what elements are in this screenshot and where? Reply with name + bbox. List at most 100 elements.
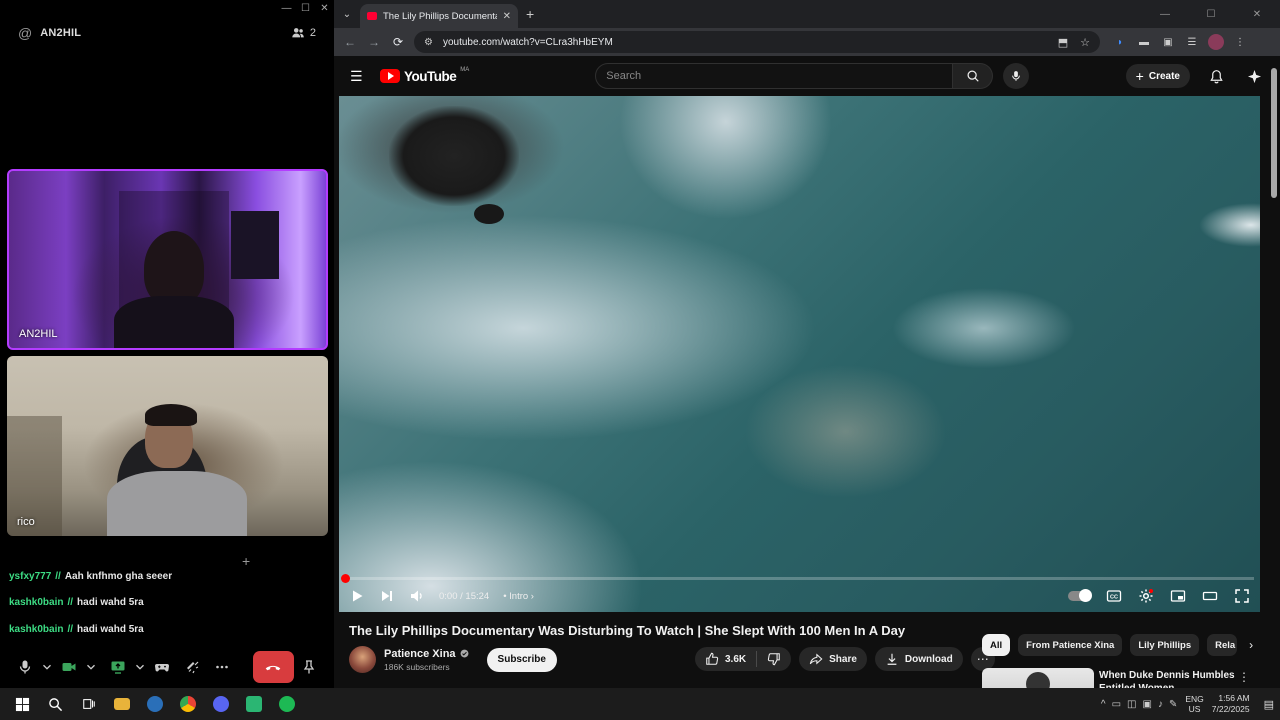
puzzle-icon[interactable]: ▣ xyxy=(1160,34,1176,50)
volume-icon[interactable] xyxy=(409,588,425,604)
app-tray-icon[interactable]: ▣ xyxy=(1143,699,1152,710)
miniplayer-icon[interactable] xyxy=(1170,588,1186,604)
video-tile-rico[interactable]: rico xyxy=(7,356,328,536)
channel-avatar[interactable] xyxy=(349,646,376,673)
youtube-masthead: ☰ YouTube MA + Create xyxy=(334,56,1280,96)
share-button[interactable]: Share xyxy=(799,647,867,671)
next-icon[interactable] xyxy=(379,588,395,604)
chevron-up-icon[interactable]: ^ xyxy=(1101,699,1106,710)
minimize-icon[interactable]: — xyxy=(277,0,296,16)
close-icon[interactable]: ✕ xyxy=(1234,0,1280,28)
account-button[interactable] xyxy=(1244,69,1264,84)
forward-button[interactable]: → xyxy=(362,30,386,54)
file-explorer-button[interactable] xyxy=(105,688,138,720)
activities-button[interactable] xyxy=(147,651,177,683)
microphone-options-chevron-icon[interactable] xyxy=(40,651,54,683)
notification-center-icon[interactable]: ▤ xyxy=(1264,698,1274,711)
screen-share-options-chevron-icon[interactable] xyxy=(133,651,147,683)
notifications-button[interactable] xyxy=(1206,69,1226,84)
search-box[interactable] xyxy=(595,63,954,89)
chip-from-channel[interactable]: From Patience Xina xyxy=(1018,634,1123,656)
pin-button[interactable] xyxy=(294,651,324,683)
camera-options-chevron-icon[interactable] xyxy=(84,651,98,683)
scrollbar-thumb[interactable] xyxy=(1271,68,1277,198)
camera-button[interactable] xyxy=(54,651,84,683)
screen-share-button[interactable] xyxy=(104,651,134,683)
more-options-button[interactable] xyxy=(207,651,237,683)
theater-mode-icon[interactable] xyxy=(1202,588,1218,604)
reading-list-icon[interactable]: ☰ xyxy=(1184,34,1200,50)
time-display: 0:00 / 15:24 xyxy=(439,590,490,602)
minimize-icon[interactable]: — xyxy=(1142,0,1188,28)
disconnect-button[interactable] xyxy=(252,651,295,683)
page-scrollbar[interactable] xyxy=(1268,56,1280,688)
chip-related[interactable]: Rela xyxy=(1207,634,1238,656)
settings-gear-icon[interactable] xyxy=(1138,588,1154,604)
create-button[interactable]: + Create xyxy=(1125,64,1190,88)
app-c-button[interactable] xyxy=(138,688,171,720)
subscribe-button[interactable]: Subscribe xyxy=(486,647,557,672)
play-icon[interactable] xyxy=(349,588,365,604)
youtube-logo[interactable]: YouTube MA xyxy=(380,67,469,84)
extension-icon[interactable]: ◗ xyxy=(1112,34,1128,50)
like-button[interactable]: 3.6K xyxy=(695,651,758,667)
hamburger-menu-icon[interactable]: ☰ xyxy=(350,68,368,85)
message-author[interactable]: kashk0bain xyxy=(9,597,63,608)
participants-button[interactable]: 2 xyxy=(291,26,316,40)
chrome-button[interactable] xyxy=(171,688,204,720)
url-text[interactable]: youtube.com/watch?v=CLra3hHbEYM xyxy=(443,37,613,48)
recommended-video[interactable]: When Duke Dennis Humbles Entitled Women … xyxy=(982,668,1280,690)
soundboard-button[interactable] xyxy=(177,651,207,683)
channel-name-link[interactable]: Patience Xina xyxy=(384,648,469,660)
language-indicator[interactable]: ENG US xyxy=(1185,694,1203,714)
message-author[interactable]: ysfxy777 xyxy=(9,571,51,582)
tab-search-chevron-icon[interactable]: ⌄ xyxy=(334,0,360,28)
profile-avatar[interactable] xyxy=(1208,34,1224,50)
autoplay-toggle[interactable] xyxy=(1068,589,1092,602)
extension-icon[interactable]: ▬ xyxy=(1136,34,1152,50)
download-button[interactable]: Download xyxy=(874,647,963,671)
maximize-icon[interactable]: ☐ xyxy=(296,0,315,16)
close-icon[interactable]: ✕ xyxy=(315,0,334,16)
discord-button[interactable] xyxy=(204,688,237,720)
search-button[interactable] xyxy=(39,688,72,720)
maximize-icon[interactable]: ☐ xyxy=(1188,0,1234,28)
video-tile-an2hil[interactable]: AN2HIL xyxy=(7,169,328,350)
task-view-button[interactable] xyxy=(72,688,105,720)
back-button[interactable]: ← xyxy=(338,30,362,54)
reload-button[interactable]: ⟳ xyxy=(386,30,410,54)
bookmark-star-icon[interactable]: ☆ xyxy=(1080,36,1090,49)
microphone-button[interactable] xyxy=(10,651,40,683)
camera-tray-icon[interactable]: ◫ xyxy=(1127,699,1136,710)
address-bar[interactable]: ⚙ youtube.com/watch?v=CLra3hHbEYM ⬒ ☆ xyxy=(414,31,1100,53)
tab-youtube[interactable]: The Lily Phillips Documentary W... ✕ xyxy=(360,4,518,28)
spotify-button[interactable] xyxy=(270,688,303,720)
fullscreen-icon[interactable] xyxy=(1234,588,1250,604)
recommended-thumbnail[interactable] xyxy=(982,668,1094,690)
chevron-right-icon[interactable]: › xyxy=(1249,638,1253,652)
new-tab-icon[interactable]: + xyxy=(526,6,534,22)
message-author[interactable]: kashk0bain xyxy=(9,624,63,635)
install-app-icon[interactable]: ⬒ xyxy=(1058,36,1068,49)
start-button[interactable] xyxy=(6,688,39,720)
captions-icon[interactable]: CC xyxy=(1106,588,1122,604)
chip-lily-phillips[interactable]: Lily Phillips xyxy=(1130,634,1200,656)
recommended-title[interactable]: When Duke Dennis Humbles Entitled Women xyxy=(1099,669,1239,690)
network-icon[interactable]: ▭ xyxy=(1112,699,1121,710)
volume-icon[interactable]: ♪ xyxy=(1158,699,1163,710)
site-info-icon[interactable]: ⚙ xyxy=(424,37,433,48)
chip-all[interactable]: All xyxy=(982,634,1011,656)
search-input[interactable] xyxy=(606,70,943,82)
dislike-button[interactable] xyxy=(757,652,791,666)
pen-icon[interactable]: ✎ xyxy=(1169,699,1177,710)
clock[interactable]: 1:56 AM 7/22/2025 xyxy=(1212,693,1250,715)
tab-close-icon[interactable]: ✕ xyxy=(503,11,511,22)
video-player[interactable]: 0:00 / 15:24 • Intro › CC xyxy=(339,96,1260,612)
search-button[interactable] xyxy=(953,63,994,89)
chapter-button[interactable]: • Intro › xyxy=(503,591,534,602)
game-app-button[interactable] xyxy=(237,688,270,720)
kebab-menu-icon[interactable]: ⋮ xyxy=(1238,670,1250,684)
voice-search-button[interactable] xyxy=(1003,63,1030,89)
kebab-menu-icon[interactable]: ⋮ xyxy=(1232,34,1248,50)
like-count: 3.6K xyxy=(725,653,747,665)
